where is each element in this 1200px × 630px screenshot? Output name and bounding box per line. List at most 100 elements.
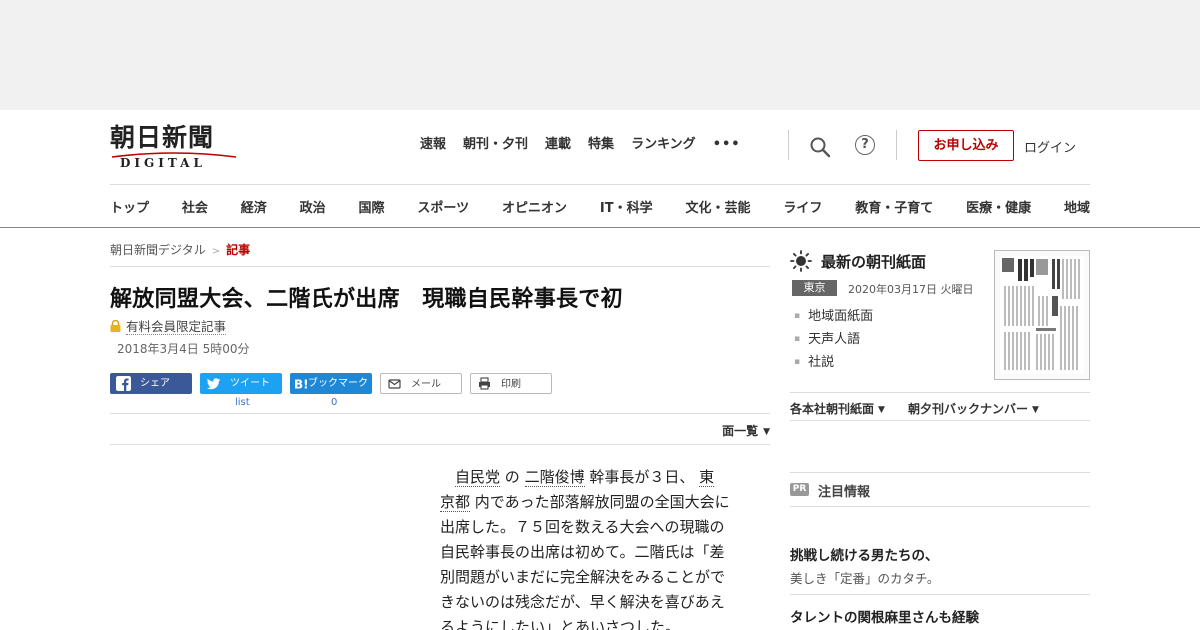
site-header: 朝日新聞 DIGITAL 速報 朝刊・夕刊 連載 特集 ランキング ••• ? … xyxy=(0,110,1200,228)
nav-morning-evening[interactable]: 朝刊・夕刊 xyxy=(463,137,528,153)
hatena-bookmark-button[interactable]: B! ブックマーク xyxy=(290,373,372,394)
page-list-label: 面一覧 xyxy=(722,424,759,438)
promo-headline[interactable]: タレントの関根麻里さんも経験 xyxy=(790,606,979,626)
sun-icon xyxy=(790,250,812,272)
divider xyxy=(896,130,897,160)
cat-sports[interactable]: スポーツ xyxy=(417,197,469,216)
help-icon[interactable]: ? xyxy=(855,135,875,155)
nav-series[interactable]: 連載 xyxy=(545,137,571,153)
facebook-share-label: シェア xyxy=(140,378,170,389)
twitter-bird-icon xyxy=(207,378,221,390)
body-line: るようにしたい」とあいさつした。 xyxy=(440,618,681,630)
nav-breaking[interactable]: 速報 xyxy=(420,137,446,153)
breadcrumb-current: 記事 xyxy=(226,243,251,257)
caret-down-icon: ▼ xyxy=(763,427,770,437)
keyword-link-tokyo-2[interactable]: 京都 xyxy=(440,493,471,512)
body-line: 出席した。７５回を数える大会への現職の xyxy=(440,518,725,536)
ad-banner xyxy=(0,0,1200,110)
paper-date: 2020年03月17日 火曜日 xyxy=(848,283,974,296)
facebook-share-button[interactable]: シェア xyxy=(110,373,192,394)
hatena-bookmark-icon: B! xyxy=(294,378,308,392)
search-icon[interactable] xyxy=(809,136,831,158)
cat-culture[interactable]: 文化・芸能 xyxy=(685,197,750,216)
breadcrumb: 朝日新聞デジタル > 記事 xyxy=(110,241,250,258)
divider xyxy=(790,594,1090,595)
article-body: 自民党 の 二階俊博 幹事長が３日、 東 京都 内であった部落解放同盟の全国大会… xyxy=(440,465,752,630)
cat-opinion[interactable]: オピニオン xyxy=(502,197,567,216)
divider xyxy=(790,506,1090,507)
hatena-count[interactable]: 0 xyxy=(331,397,337,408)
divider xyxy=(788,130,789,160)
paper-link-regional[interactable]: 地域面紙面 xyxy=(794,305,873,328)
mail-icon xyxy=(388,379,401,389)
print-button[interactable]: 印刷 xyxy=(470,373,552,394)
cat-education[interactable]: 教育・子育て xyxy=(855,197,933,216)
paper-link-editorial[interactable]: 社説 xyxy=(794,351,873,374)
newspaper-thumbnail[interactable] xyxy=(994,250,1090,380)
share-row: シェア ツイート B! ブックマーク メール 印刷 list 0 xyxy=(110,373,570,409)
member-only-label[interactable]: 有料会員限定記事 xyxy=(126,319,227,335)
body-line: 別問題がいまだに完全解決をみることがで xyxy=(440,568,726,586)
caret-down-icon: ▼ xyxy=(1032,405,1039,415)
cat-politics[interactable]: 政治 xyxy=(300,197,326,216)
login-link[interactable]: ログイン xyxy=(1024,137,1076,156)
twitter-share-button[interactable]: ツイート xyxy=(200,373,282,394)
back-number-label: 朝夕刊バックナンバー xyxy=(908,402,1029,416)
breadcrumb-sep: > xyxy=(211,246,221,257)
divider xyxy=(110,266,770,267)
paper-link-tenseijingo[interactable]: 天声人語 xyxy=(794,328,873,351)
category-nav: トップ 社会 経済 政治 国際 スポーツ オピニオン IT・科学 文化・芸能 ラ… xyxy=(110,197,1090,216)
keyword-link-nikai[interactable]: 二階俊博 xyxy=(524,468,585,487)
twitter-share-label: ツイート xyxy=(230,378,270,389)
cat-life[interactable]: ライフ xyxy=(783,197,822,216)
mail-share-button[interactable]: メール xyxy=(380,373,462,394)
promo-subtitle[interactable]: 美しき「定番」のカタチ。 xyxy=(790,568,939,587)
regional-edition-dropdown[interactable]: 各本社朝刊紙面 ▼ xyxy=(790,400,885,417)
facebook-icon xyxy=(116,376,131,391)
member-only-badge: 有料会員限定記事 xyxy=(110,316,227,335)
body-text: 幹事長が３日、 xyxy=(584,468,700,486)
body-line: きないのは残念だが、早く解決を喜びあえ xyxy=(440,593,725,611)
cat-top[interactable]: トップ xyxy=(110,197,149,216)
promo-headline[interactable]: 挑戦し続ける男たちの、 xyxy=(790,544,939,564)
cat-it-science[interactable]: IT・科学 xyxy=(600,197,653,216)
divider xyxy=(790,420,1090,421)
back-number-dropdown[interactable]: 朝夕刊バックナンバー ▼ xyxy=(908,400,1039,417)
nav-ranking[interactable]: ランキング xyxy=(631,137,696,153)
cat-region[interactable]: 地域 xyxy=(1064,197,1090,216)
cat-health[interactable]: 医療・健康 xyxy=(966,197,1031,216)
caret-down-icon: ▼ xyxy=(878,405,885,415)
body-text: の xyxy=(500,468,525,486)
latest-paper-title[interactable]: 最新の朝刊紙面 xyxy=(821,251,926,272)
pr-section-label: 注目情報 xyxy=(818,485,871,500)
divider xyxy=(790,392,1090,393)
region-tag: 東京 xyxy=(792,280,837,296)
body-line: 自民幹事長の出席は初めて。二階氏は「差 xyxy=(440,543,725,561)
more-menu-icon[interactable]: ••• xyxy=(713,137,741,153)
apply-button[interactable]: お申し込み xyxy=(918,130,1014,161)
article-title: 解放同盟大会、二階氏が出席 現職自民幹事長で初 xyxy=(110,287,623,312)
site-logo[interactable]: 朝日新聞 DIGITAL xyxy=(110,124,245,170)
lock-icon xyxy=(110,320,121,332)
top-nav: 速報 朝刊・夕刊 連載 特集 ランキング ••• xyxy=(420,137,741,153)
newspaper-page-image xyxy=(1000,256,1084,374)
twitter-count[interactable]: list xyxy=(235,397,250,408)
pr-tag: PR xyxy=(790,483,809,496)
cat-international[interactable]: 国際 xyxy=(359,197,385,216)
mail-share-label: メール xyxy=(411,379,441,390)
divider xyxy=(110,413,770,414)
keyword-link-ldp[interactable]: 自民党 xyxy=(455,468,501,487)
body-line: 自民党 の 二階俊博 幹事長が３日、 東 xyxy=(440,465,752,490)
paper-links: 地域面紙面 天声人語 社説 xyxy=(794,305,873,374)
logo-sub: DIGITAL xyxy=(120,156,206,170)
cat-society[interactable]: 社会 xyxy=(182,197,208,216)
svg-text:B!: B! xyxy=(294,378,308,392)
breadcrumb-home[interactable]: 朝日新聞デジタル xyxy=(110,243,206,257)
keyword-link-tokyo-1[interactable]: 東 xyxy=(699,468,715,487)
print-label: 印刷 xyxy=(501,379,521,390)
cat-economy[interactable]: 経済 xyxy=(241,197,267,216)
nav-features[interactable]: 特集 xyxy=(588,137,614,153)
divider xyxy=(110,444,770,445)
article-date: 2018年3月4日 5時00分 xyxy=(117,342,250,356)
page-list-dropdown[interactable]: 面一覧 ▼ xyxy=(722,422,770,439)
